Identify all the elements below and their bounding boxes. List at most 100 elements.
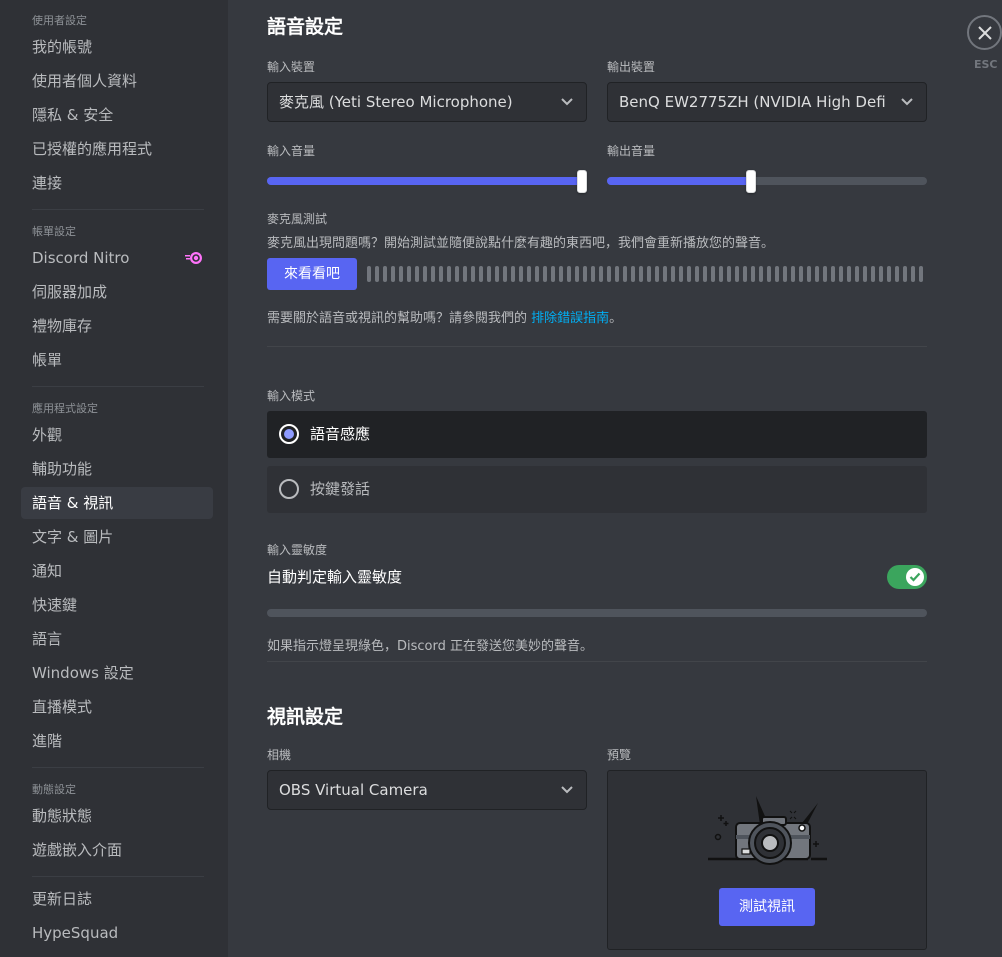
auto-sensitivity-label: 自動判定輸入靈敏度 (267, 568, 403, 586)
sidebar-item-text-images[interactable]: 文字 & 圖片 (21, 521, 213, 553)
mic-level-bar (607, 266, 611, 282)
close-settings-button[interactable] (967, 15, 1002, 50)
output-device-label: 輸出裝置 (607, 60, 656, 74)
mic-level-bar (823, 266, 827, 282)
sidebar-item-hypesquad[interactable]: HypeSquad (21, 917, 213, 949)
radio-label: 按鍵發話 (310, 480, 371, 498)
mic-level-bar (743, 266, 747, 282)
sidebar-item-activity-status[interactable]: 動態狀態 (21, 800, 213, 832)
mic-level-bar (527, 266, 531, 282)
mic-level-bar (583, 266, 587, 282)
mic-level-bar (791, 266, 795, 282)
slider-thumb[interactable] (577, 170, 587, 193)
mic-level-bar (391, 266, 395, 282)
sidebar-item-language[interactable]: 語言 (21, 623, 213, 655)
sidebar-header-app-settings: 應用程式設定 (32, 402, 98, 415)
mic-level-bar (639, 266, 643, 282)
chevron-down-icon (901, 98, 913, 106)
camera-label: 相機 (267, 748, 292, 762)
chevron-down-icon (561, 786, 573, 794)
sidebar-item-windows-settings[interactable]: Windows 設定 (21, 657, 213, 689)
sidebar-item-voice-video[interactable]: 語音 & 視訊 (21, 487, 213, 519)
mic-level-bar (671, 266, 675, 282)
mic-level-bar (535, 266, 539, 282)
mic-level-bar (551, 266, 555, 282)
mic-level-bar (463, 266, 467, 282)
mic-level-bar (423, 266, 427, 282)
preview-label: 預覽 (607, 748, 632, 762)
mic-level-bar (775, 266, 779, 282)
sidebar-item-advanced[interactable]: 進階 (21, 725, 213, 757)
sidebar-item-billing[interactable]: 帳單 (21, 344, 213, 376)
input-device-label: 輸入裝置 (267, 60, 316, 74)
mic-level-bar (799, 266, 803, 282)
input-mode-label: 輸入模式 (267, 389, 316, 403)
mic-level-bar (695, 266, 699, 282)
auto-sensitivity-toggle[interactable] (887, 565, 927, 589)
test-video-button[interactable]: 測試視訊 (719, 888, 815, 926)
sidebar-item-authorized-apps[interactable]: 已授權的應用程式 (21, 133, 213, 165)
slider-fill (607, 177, 751, 185)
sidebar-item-streamer-mode[interactable]: 直播模式 (21, 691, 213, 723)
mic-level-bar (663, 266, 667, 282)
mic-level-bar (623, 266, 627, 282)
esc-label: ESC (974, 58, 998, 71)
radio-selected-icon (279, 424, 299, 444)
mic-level-bar (751, 266, 755, 282)
mic-level-bar (895, 266, 899, 282)
sidebar-item-accessibility[interactable]: 輔助功能 (21, 453, 213, 485)
output-volume-label: 輸出音量 (607, 144, 656, 158)
sensitivity-note: 如果指示燈呈現綠色，Discord 正在發送您美妙的聲音。 (267, 639, 593, 654)
sidebar-item-connections[interactable]: 連接 (21, 167, 213, 199)
mic-level-bar (591, 266, 595, 282)
mic-test-label: 麥克風測試 (267, 212, 328, 226)
mic-level-bar (375, 266, 379, 282)
sidebar-item-change-log[interactable]: 更新日誌 (21, 883, 213, 915)
sidebar-item-my-account[interactable]: 我的帳號 (21, 31, 213, 63)
sidebar-item-privacy-safety[interactable]: 隱私 & 安全 (21, 99, 213, 131)
mic-level-bar (711, 266, 715, 282)
sidebar-item-keybinds[interactable]: 快速鍵 (21, 589, 213, 621)
mic-level-bar (759, 266, 763, 282)
sidebar-divider (32, 209, 204, 210)
mic-level-bar (567, 266, 571, 282)
sidebar-header-activity-settings: 動態設定 (32, 783, 76, 796)
mic-level-bar (439, 266, 443, 282)
sidebar-item-gift-inventory[interactable]: 禮物庫存 (21, 310, 213, 342)
mic-level-bar (679, 266, 683, 282)
mic-level-bar (887, 266, 891, 282)
input-volume-slider[interactable] (267, 169, 587, 193)
troubleshoot-help-text: 需要關於語音或視訊的幫助嗎？請參閱我們的 排除錯誤指南。 (267, 307, 622, 326)
slider-fill (267, 177, 582, 185)
input-mode-voice-activity[interactable]: 語音感應 (267, 411, 927, 458)
mic-level-bar (903, 266, 907, 282)
sidebar-item-server-boost[interactable]: 伺服器加成 (21, 276, 213, 308)
slider-thumb[interactable] (746, 170, 756, 193)
camera-select[interactable]: OBS Virtual Camera (267, 770, 587, 810)
sidebar-header-billing-settings: 帳單設定 (32, 225, 76, 238)
input-mode-push-to-talk[interactable]: 按鍵發話 (267, 466, 927, 513)
mic-test-button[interactable]: 來看看吧 (267, 258, 357, 290)
sidebar-item-user-profile[interactable]: 使用者個人資料 (21, 65, 213, 97)
checkmark-icon (909, 572, 921, 582)
input-device-select[interactable]: 麥克風 (Yeti Stereo Microphone) (267, 82, 587, 122)
mic-level-bar (543, 266, 547, 282)
mic-level-bar (919, 266, 923, 282)
mic-level-bar (383, 266, 387, 282)
voice-settings-title: 語音設定 (267, 16, 344, 38)
mic-level-bar (815, 266, 819, 282)
mic-level-bar (487, 266, 491, 282)
sidebar-item-notifications[interactable]: 通知 (21, 555, 213, 587)
output-device-select[interactable]: BenQ EW2775ZH (NVIDIA High Defi (607, 82, 927, 122)
input-sensitivity-bar (267, 609, 927, 617)
sidebar-item-game-overlay[interactable]: 遊戲嵌入介面 (21, 834, 213, 866)
output-volume-slider[interactable] (607, 169, 927, 193)
video-preview: 測試視訊 (607, 770, 927, 950)
input-volume-label: 輸入音量 (267, 144, 316, 158)
radio-unselected-icon (279, 479, 299, 499)
sidebar-item-appearance[interactable]: 外觀 (21, 419, 213, 451)
troubleshooting-guide-link[interactable]: 排除錯誤指南 (531, 311, 609, 326)
mic-level-bar (855, 266, 859, 282)
section-divider (267, 661, 927, 662)
sidebar-item-discord-nitro[interactable]: Discord Nitro (21, 242, 213, 274)
